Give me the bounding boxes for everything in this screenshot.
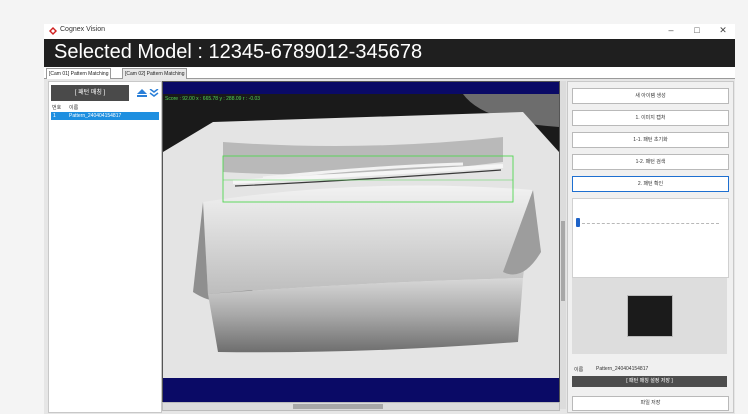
app-title: Cognex Vision — [60, 26, 106, 33]
camera-image — [163, 94, 559, 402]
pattern-preview — [572, 278, 727, 354]
list-item-number: 1 — [53, 113, 56, 119]
slider-track[interactable] — [577, 223, 719, 224]
eject-icon[interactable] — [137, 89, 147, 97]
model-header: Selected Model : 12345-6789012-345678 — [44, 39, 735, 67]
app-window: Cognex Vision – □ ✕ Selected Model : 123… — [44, 24, 735, 414]
control-panel: 새 아이템 생성 1. 이미지 캡처 1-1. 패턴 초기화 1-2. 패턴 검… — [567, 81, 734, 413]
vertical-scrollbar[interactable] — [560, 81, 566, 409]
match-score-readout: Score : 92.00 x : 665.78 y : 288.09 r : … — [165, 96, 261, 102]
name-value: Pattern_240404154817 — [596, 366, 649, 372]
list-item[interactable]: 1 Pattern_240404154817 — [51, 112, 159, 120]
save-settings-button[interactable]: [ 패턴 매칭 설정 저장 ] — [572, 376, 727, 387]
slider-handle[interactable] — [576, 218, 580, 227]
create-item-button[interactable]: 새 아이템 생성 — [572, 88, 729, 104]
tab-cam02[interactable]: [Cam 02] Pattern Matching — [122, 68, 188, 79]
close-button[interactable]: ✕ — [717, 25, 729, 36]
window-controls: – □ ✕ — [665, 25, 729, 36]
main-content: [ 패턴 매칭 ] 번호 이름 1 Pattern_240404154817 S… — [44, 79, 735, 414]
search-pattern-button[interactable]: 1-2. 패턴 검색 — [572, 154, 729, 170]
chevron-double-down-icon[interactable] — [149, 89, 159, 97]
pattern-name-row: 이름 Pattern_240404154817 — [572, 366, 727, 374]
column-name: 이름 — [69, 105, 79, 111]
reset-pattern-button[interactable]: 1-1. 패턴 초기화 — [572, 132, 729, 148]
vertical-scroll-thumb[interactable] — [561, 221, 565, 301]
confirm-pattern-button[interactable]: 2. 패턴 확인 — [572, 176, 729, 192]
column-number: 번호 — [52, 105, 62, 111]
app-logo-icon — [49, 27, 57, 35]
name-label: 이름 — [574, 367, 584, 373]
image-viewer[interactable]: Score : 92.00 x : 665.78 y : 288.09 r : … — [162, 81, 560, 403]
threshold-slider-panel — [572, 198, 729, 278]
pattern-list-panel: [ 패턴 매칭 ] 번호 이름 1 Pattern_240404154817 — [48, 81, 162, 413]
pattern-panel-title: [ 패턴 매칭 ] — [51, 85, 129, 101]
list-header: 번호 이름 — [51, 104, 159, 111]
page-title: Selected Model : 12345-6789012-345678 — [54, 41, 423, 63]
horizontal-scroll-thumb[interactable] — [293, 404, 383, 409]
save-file-button[interactable]: 파일 저장 — [572, 396, 729, 411]
horizontal-scrollbar[interactable] — [162, 402, 560, 411]
title-bar: Cognex Vision – □ ✕ — [44, 24, 735, 39]
minimize-button[interactable]: – — [665, 25, 677, 36]
list-item-name: Pattern_240404154817 — [69, 113, 122, 119]
capture-image-button[interactable]: 1. 이미지 캡처 — [572, 110, 729, 126]
tab-cam01[interactable]: [Cam 01] Pattern Matching — [46, 68, 112, 79]
pattern-thumbnail — [627, 295, 673, 337]
tab-bar: [Cam 01] Pattern Matching [Cam 02] Patte… — [44, 67, 735, 79]
maximize-button[interactable]: □ — [691, 25, 703, 36]
